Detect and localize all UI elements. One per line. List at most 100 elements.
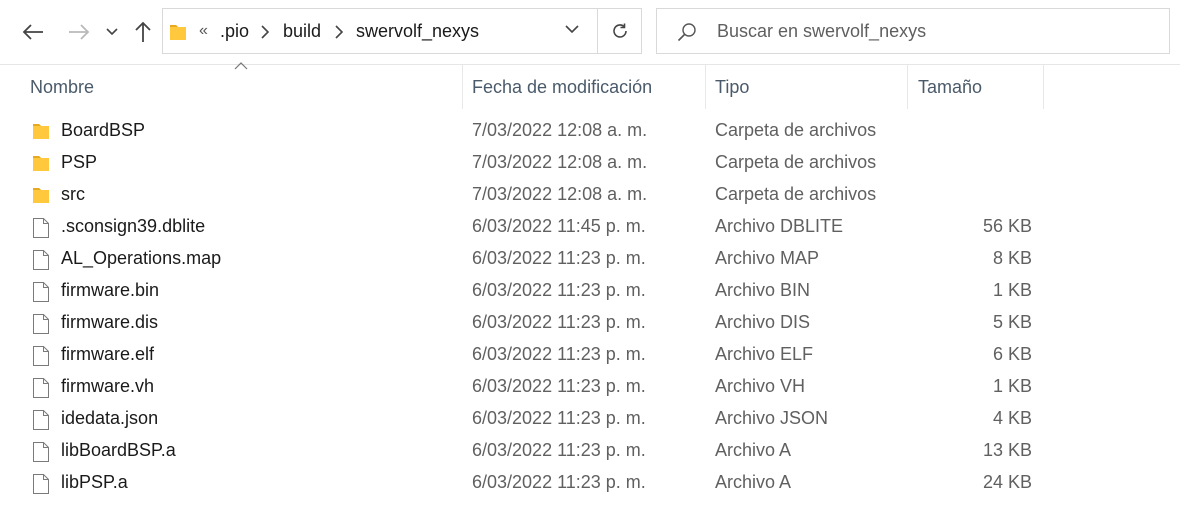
address-bar[interactable]: « .pio build swervolf_nexys [162,8,642,54]
chevron-down-icon[interactable] [565,25,579,34]
file-name: idedata.json [61,408,159,428]
column-date[interactable]: Fecha de modificación [472,65,652,109]
file-date: 6/03/2022 11:23 p. m. [472,248,646,268]
file-row[interactable]: PSP 7/03/2022 12:08 a. m. Carpeta de archi… [0,148,1180,180]
file-type: Archivo BIN [715,280,811,300]
search-input[interactable]: Buscar en swervolf_nexys [717,21,926,42]
chevron-right-icon[interactable] [261,25,269,39]
forward-button[interactable] [62,14,96,50]
file-name: firmware.elf [61,344,155,364]
folder-icon [170,25,186,40]
file-date: 7/03/2022 12:08 a. m. [472,152,648,172]
column-type[interactable]: Tipo [715,65,749,109]
file-row[interactable]: firmware.bin 6/03/2022 11:23 p. m. Archivo… [0,276,1180,308]
file-date: 6/03/2022 11:23 p. m. [472,280,646,300]
file-size: 1 KB [992,376,1032,396]
file-icon [32,281,50,308]
arrow-left-icon [22,24,43,40]
file-date: 6/03/2022 11:23 p. m. [472,472,646,492]
column-name[interactable]: Nombre [30,65,94,109]
refresh-button[interactable] [597,9,642,53]
file-type: Archivo DBLITE [715,216,844,236]
folder-icon [32,153,50,178]
column-divider[interactable] [705,65,706,109]
file-date: 7/03/2022 12:08 a. m. [472,184,648,204]
file-icon [32,345,50,372]
column-size[interactable]: Tamaño [918,65,982,109]
file-type: Archivo JSON [715,408,829,428]
file-date: 6/03/2022 11:23 p. m. [472,408,646,428]
file-name: libPSP.a [61,472,128,492]
toolbar: « .pio build swervolf_nexys Buscar en sw… [0,0,1180,64]
file-type: Archivo A [715,472,792,492]
breadcrumb-swervolf-nexys[interactable]: swervolf_nexys [356,21,479,42]
file-icon [32,377,50,404]
file-name: firmware.dis [61,312,159,332]
file-size: 13 KB [982,440,1032,460]
chevron-down-icon [106,28,118,36]
search-box[interactable]: Buscar en swervolf_nexys [656,8,1170,54]
file-name: AL_Operations.map [61,248,222,268]
file-type: Archivo VH [715,376,806,396]
file-type: Archivo DIS [715,312,811,332]
file-icon [32,473,50,500]
file-row[interactable]: BoardBSP 7/03/2022 12:08 a. m. Carpeta de … [0,116,1180,148]
file-name: firmware.vh [61,376,155,396]
file-name: firmware.bin [61,280,160,300]
file-icon [32,313,50,340]
file-row[interactable]: libBoardBSP.a 6/03/2022 11:23 p. m. Archiv… [0,436,1180,468]
file-name: .sconsign39.dblite [61,216,206,236]
file-type: Archivo MAP [715,248,820,268]
arrow-up-icon [135,21,151,42]
refresh-icon [613,23,627,38]
file-list: BoardBSP 7/03/2022 12:08 a. m. Carpeta de … [0,116,1180,500]
column-divider[interactable] [907,65,908,109]
arrow-right-icon [69,24,90,40]
file-name: src [61,184,85,204]
file-row[interactable]: libPSP.a 6/03/2022 11:23 p. m. Archivo A 24… [0,468,1180,500]
file-size: 24 KB [982,472,1032,492]
file-icon [32,249,50,276]
file-date: 6/03/2022 11:23 p. m. [472,312,646,332]
file-size: 6 KB [992,344,1032,364]
file-type: Carpeta de archivos [715,184,877,204]
folder-icon [32,121,50,146]
file-type: Carpeta de archivos [715,120,877,140]
column-divider[interactable] [462,65,463,109]
file-icon [32,409,50,436]
recent-locations-button[interactable] [102,14,122,50]
file-date: 6/03/2022 11:45 p. m. [472,216,646,236]
file-row[interactable]: idedata.json 6/03/2022 11:23 p. m. Archivo… [0,404,1180,436]
file-date: 6/03/2022 11:23 p. m. [472,440,646,460]
file-size: 56 KB [982,216,1032,236]
breadcrumb-overflow[interactable]: « [199,22,208,40]
search-icon [677,23,696,42]
breadcrumb-pio[interactable]: .pio [220,21,249,42]
file-row[interactable]: firmware.vh 6/03/2022 11:23 p. m. Archivo … [0,372,1180,404]
column-header: Nombre Fecha de modificación Tipo Tamaño [0,62,1180,109]
file-size: 5 KB [992,312,1032,332]
column-divider[interactable] [1043,65,1044,109]
file-icon [32,441,50,468]
file-row[interactable]: firmware.elf 6/03/2022 11:23 p. m. Archivo… [0,340,1180,372]
file-type: Carpeta de archivos [715,152,877,172]
file-row[interactable]: .sconsign39.dblite 6/03/2022 11:45 p. m. A… [0,212,1180,244]
file-size: 4 KB [992,408,1032,428]
file-date: 6/03/2022 11:23 p. m. [472,376,646,396]
back-button[interactable] [16,14,50,50]
file-name: BoardBSP [61,120,146,140]
breadcrumb-build[interactable]: build [283,21,321,42]
file-row[interactable]: firmware.dis 6/03/2022 11:23 p. m. Archivo… [0,308,1180,340]
file-type: Archivo ELF [715,344,814,364]
file-name: PSP [61,152,98,172]
file-row[interactable]: AL_Operations.map 6/03/2022 11:23 p. m. Ar… [0,244,1180,276]
up-button[interactable] [128,14,158,50]
file-icon [32,217,50,244]
file-row[interactable]: src 7/03/2022 12:08 a. m. Carpeta de archi… [0,180,1180,212]
chevron-right-icon[interactable] [335,25,343,39]
file-date: 7/03/2022 12:08 a. m. [472,120,648,140]
file-size: 1 KB [992,280,1032,300]
file-type: Archivo A [715,440,792,460]
file-name: libBoardBSP.a [61,440,176,460]
sort-ascending-icon [234,62,248,70]
